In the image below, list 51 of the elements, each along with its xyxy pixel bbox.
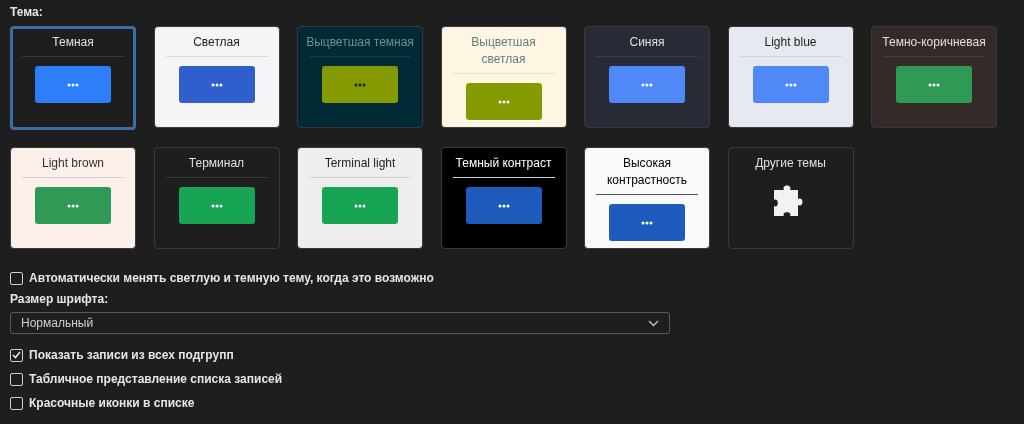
theme-name: Синяя bbox=[628, 34, 666, 51]
theme-name: Высокая контрастность bbox=[605, 155, 689, 189]
theme-name: Light blue bbox=[763, 34, 818, 51]
dots-icon bbox=[67, 82, 79, 87]
theme-card[interactable]: Темный контраст bbox=[440, 147, 567, 249]
theme-name: Light brown bbox=[40, 155, 105, 172]
dots-icon bbox=[67, 203, 79, 208]
theme-card[interactable]: Терминал bbox=[153, 147, 280, 249]
checkbox-label: Автоматически менять светлую и темную тему, когда это возможно bbox=[29, 271, 434, 285]
checkbox-label: Красочные иконки в списке bbox=[29, 396, 195, 410]
checkbox[interactable] bbox=[10, 348, 23, 362]
theme-card[interactable]: Высокая контрастность bbox=[584, 147, 710, 249]
dots-icon bbox=[928, 82, 940, 87]
dots-icon bbox=[210, 203, 223, 208]
checkbox[interactable] bbox=[10, 271, 23, 285]
dots-icon bbox=[354, 203, 366, 208]
field-label: Размер шрифта: bbox=[10, 292, 109, 306]
dots-icon bbox=[354, 82, 366, 87]
theme-card[interactable]: Выцветшая светлая bbox=[440, 26, 567, 128]
checkmark-icon bbox=[12, 351, 21, 359]
dots-icon bbox=[641, 82, 653, 87]
theme-name: Выцветшая светлая bbox=[470, 34, 537, 68]
checkbox[interactable] bbox=[10, 372, 23, 386]
theme-name: Темно-коричневая bbox=[881, 34, 987, 51]
theme-card[interactable]: Terminal light bbox=[297, 147, 423, 249]
dots-icon bbox=[641, 220, 653, 225]
theme-name: Другие темы bbox=[754, 155, 827, 172]
theme-name: Терминал bbox=[187, 155, 246, 172]
font-size-select[interactable]: Нормальный bbox=[10, 312, 670, 334]
theme-name: Выцветшая темная bbox=[305, 34, 415, 51]
theme-name: Темный контраст bbox=[454, 155, 553, 172]
theme-card[interactable]: Темная bbox=[10, 26, 136, 130]
checkbox-label: Показать записи из всех подгрупп bbox=[29, 348, 234, 362]
checkbox-label: Табличное представление списка записей bbox=[29, 372, 283, 386]
theme-card[interactable]: Выцветшая темная bbox=[297, 26, 423, 128]
dots-icon bbox=[784, 82, 797, 87]
theme-name: Terminal light bbox=[323, 155, 397, 172]
dots-icon bbox=[497, 203, 510, 208]
theme-card[interactable]: Светлая bbox=[153, 26, 280, 128]
theme-name: Темная bbox=[51, 34, 95, 51]
theme-name: Светлая bbox=[192, 34, 241, 51]
theme-card[interactable]: Light blue bbox=[727, 26, 854, 128]
theme-card[interactable]: Темно-коричневая bbox=[871, 26, 997, 128]
theme-card[interactable]: Другие темы bbox=[727, 147, 854, 249]
dots-icon bbox=[497, 99, 510, 104]
theme-card[interactable]: Синяя bbox=[584, 26, 710, 128]
theme-card[interactable]: Light brown bbox=[10, 147, 136, 249]
chevron-down-icon bbox=[648, 319, 659, 327]
checkbox[interactable] bbox=[10, 396, 23, 410]
section-label: Тема: bbox=[10, 5, 43, 21]
dots-icon bbox=[210, 82, 223, 87]
